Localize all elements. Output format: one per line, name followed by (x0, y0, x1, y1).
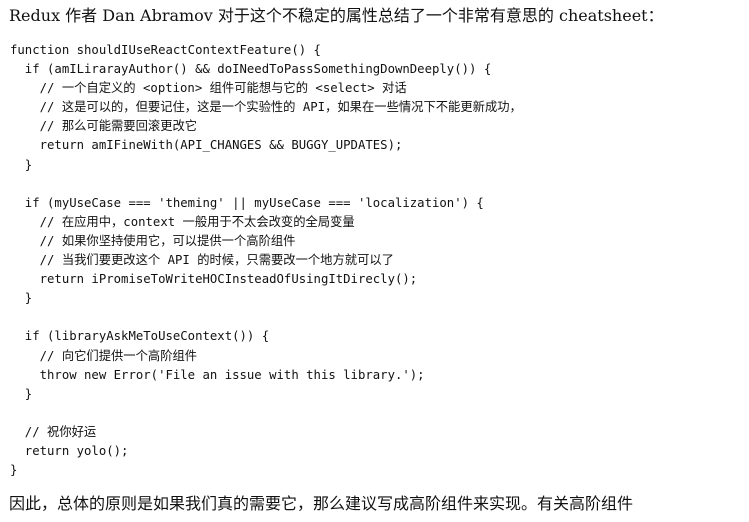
code-line: return yolo(); (10, 443, 129, 458)
code-line: if (myUseCase === 'theming' || myUseCase… (10, 195, 484, 210)
code-comment-line: // 如果你坚持使用它，可以提供一个高阶组件 (10, 233, 296, 248)
code-line: } (10, 386, 33, 401)
code-line: throw new Error('File an issue with this… (10, 367, 425, 382)
code-line: } (10, 157, 33, 172)
code-comment-line: // 一个自定义的 <option> 组件可能想与它的 <select> 对话 (10, 81, 407, 96)
code-comment-line: // 那么可能需要回滚更改它 (10, 119, 198, 134)
code-comment-line: // 在应用中，context 一般用于不太会改变的全局变量 (10, 214, 355, 229)
document-page: Redux 作者 Dan Abramov 对于这个不稳定的属性总结了一个非常有意… (0, 0, 749, 522)
code-line: } (10, 463, 18, 478)
code-line: function shouldIUseReactContextFeature()… (10, 43, 321, 57)
code-line: if (amILirarayAuthor() && doINeedToPassS… (10, 62, 492, 77)
code-line: if (libraryAskMeToUseContext()) { (10, 329, 270, 344)
code-line: return iPromiseToWriteHOCInsteadOfUsingI… (10, 272, 418, 287)
code-comment-line: // 祝你好运 (10, 424, 97, 439)
code-comment-line: // 当我们要更改这个 API 的时候，只需要改一个地方就可以了 (10, 253, 394, 268)
code-comment-line: // 这是可以的，但要记住，这是一个实验性的 API，如果在一些情况下不能更新成… (10, 100, 522, 115)
outro-paragraph: 因此，总体的原则是如果我们真的需要它，那么建议写成高阶组件来实现。有关高阶组件 (9, 494, 634, 513)
code-comment-line: // 向它们提供一个高阶组件 (10, 348, 198, 363)
code-line: } (10, 291, 33, 306)
code-line: return amIFineWith(API_CHANGES && BUGGY_… (10, 138, 403, 153)
code-block: function shouldIUseReactContextFeature()… (10, 41, 522, 480)
intro-paragraph: Redux 作者 Dan Abramov 对于这个不稳定的属性总结了一个非常有意… (9, 6, 664, 25)
